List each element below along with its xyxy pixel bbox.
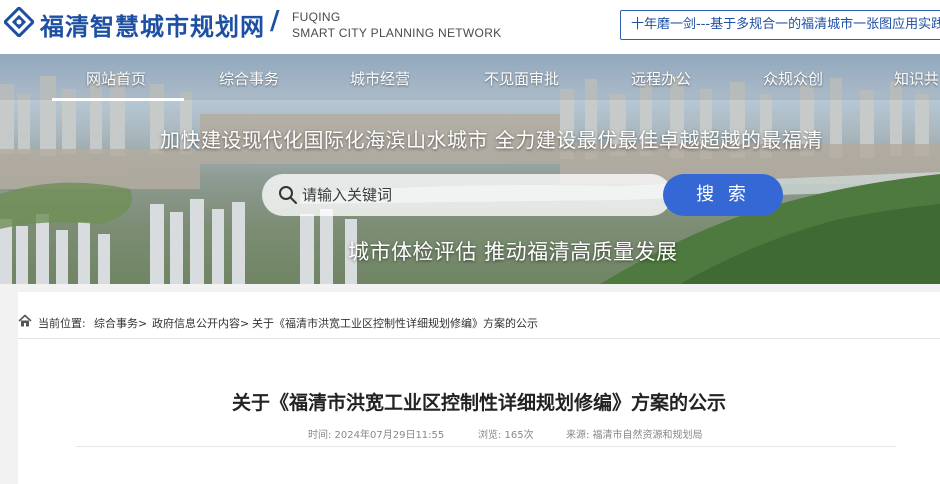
- main-nav: 网站首页 综合事务 城市经营 不见面审批 远程办公 众规众创 知识共: [0, 54, 940, 101]
- meta-divider: [76, 446, 896, 447]
- search-icon: [279, 186, 297, 204]
- nav-item-public-planning[interactable]: 众规众创: [763, 68, 823, 89]
- nav-item-city-management[interactable]: 城市经营: [350, 68, 410, 89]
- article-title: 关于《福清市洪宽工业区控制性详细规划修编》方案的公示: [231, 392, 726, 414]
- nav-item-home[interactable]: 网站首页: [86, 68, 146, 89]
- breadcrumb-current[interactable]: 关于《福清市洪宽工业区控制性详细规划修编》方案的公示: [252, 315, 538, 331]
- title-en-line2: SMART CITY PLANNING NETWORK: [292, 26, 502, 40]
- breadcrumb-gov-info[interactable]: 政府信息公开内容>: [152, 315, 249, 331]
- content-area: 当前位置: 综合事务> 政府信息公开内容> 关于《福清市洪宽工业区控制性详细规划…: [0, 284, 940, 484]
- title-slash: /: [270, 6, 280, 36]
- banner-slogan-2: 城市体检评估 推动福清高质量发展: [348, 240, 678, 264]
- nav-item-general-affairs[interactable]: 综合事务: [219, 68, 279, 89]
- article-source: 来源: 福清市自然资源和规划局: [566, 430, 703, 441]
- breadcrumb-divider: [18, 338, 940, 339]
- hero-banner: 网站首页 综合事务 城市经营 不见面审批 远程办公 众规众创 知识共 加快建设现…: [0, 54, 940, 284]
- article-views: 浏览: 165次: [478, 430, 534, 441]
- nav-item-remote-office[interactable]: 远程办公: [631, 68, 691, 89]
- ticker-text[interactable]: 十年磨一剑---基于多规合一的福清城市一张图应用实践: [621, 11, 940, 39]
- breadcrumb-general-affairs[interactable]: 综合事务>: [94, 315, 147, 331]
- site-header: 福清智慧城市规划网 / FUQING SMART CITY PLANNING N…: [0, 0, 940, 54]
- nav-active-indicator: [52, 98, 184, 101]
- breadcrumb-prefix: 当前位置:: [38, 317, 86, 330]
- nav-item-remote-approval[interactable]: 不见面审批: [484, 68, 559, 89]
- search-button[interactable]: 搜 索: [663, 174, 783, 216]
- search-box: [262, 174, 672, 216]
- site-title[interactable]: 福清智慧城市规划网: [40, 7, 265, 42]
- title-en-line1: FUQING: [292, 10, 341, 24]
- news-ticker[interactable]: 十年磨一剑---基于多规合一的福清城市一张图应用实践: [620, 10, 940, 40]
- logo-icon[interactable]: [4, 7, 34, 37]
- article-card: 当前位置: 综合事务> 政府信息公开内容> 关于《福清市洪宽工业区控制性详细规划…: [18, 292, 940, 484]
- site-title-en: FUQING SMART CITY PLANNING NETWORK: [292, 9, 501, 41]
- banner-slogan-1: 加快建设现代化国际化海滨山水城市 全力建设最优最佳卓越超越的最福清: [160, 128, 823, 152]
- nav-item-knowledge[interactable]: 知识共: [894, 68, 939, 89]
- home-icon: [18, 314, 32, 327]
- article-time: 时间: 2024年07月29日11:55: [308, 430, 445, 441]
- search-input[interactable]: [302, 182, 602, 208]
